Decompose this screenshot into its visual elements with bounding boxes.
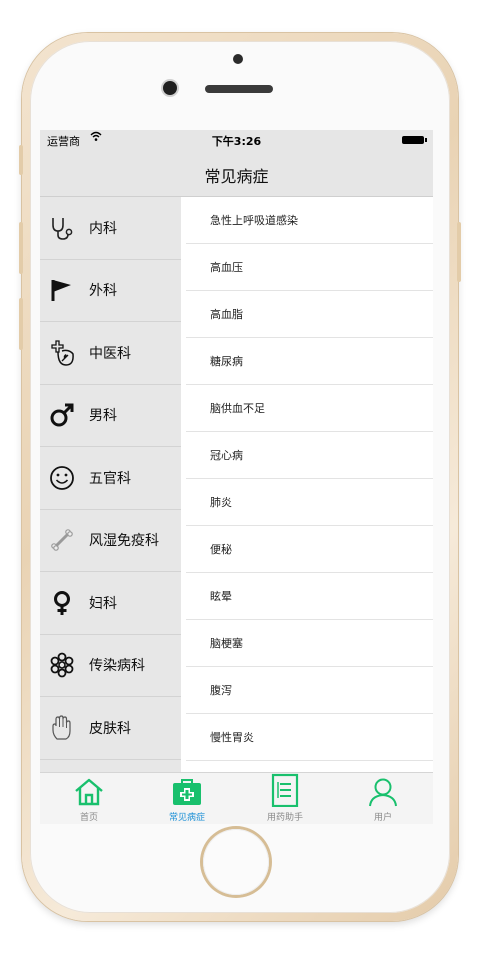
sidebar-item-rheumatology[interactable]: 风湿免疫科: [40, 510, 181, 572]
list-item[interactable]: 冠心病: [186, 432, 433, 479]
sidebar-item-label: 皮肤科: [89, 720, 131, 737]
document-icon: [236, 773, 334, 807]
tab-label: 首页: [79, 813, 98, 823]
tab-label: 用户: [373, 813, 392, 823]
sidebar-item-label: 风湿免疫科: [89, 533, 159, 550]
list-item[interactable]: 高血压: [186, 244, 433, 291]
virus-icon: [49, 652, 75, 678]
sidebar-item-internal-medicine[interactable]: 内科: [40, 197, 181, 260]
stethoscope-icon: [49, 215, 75, 241]
sidebar-item-surgery[interactable]: 外科: [40, 260, 181, 322]
status-bar: 运营商 下午3:26: [40, 130, 433, 150]
proximity-sensor: [233, 54, 243, 64]
sidebar-item-label: 妇科: [89, 595, 117, 612]
page-title: 常见病症: [204, 167, 269, 186]
volume-up-button: [19, 222, 23, 274]
volume-down-button: [19, 298, 23, 350]
tab-common-diseases[interactable]: 常见病症: [138, 773, 236, 824]
female-symbol-icon: [49, 590, 75, 616]
sidebar-item-label: 外科: [89, 283, 117, 300]
list-item[interactable]: 脑梗塞: [186, 620, 433, 667]
smiley-face-icon: [49, 465, 75, 491]
sidebar-item-label: 中医科: [89, 345, 131, 362]
list-item[interactable]: 脑供血不足: [186, 385, 433, 432]
navigation-bar: 常见病症: [40, 150, 433, 197]
sidebar-item-andrology[interactable]: 男科: [40, 385, 181, 447]
male-symbol-icon: [49, 402, 75, 428]
list-item[interactable]: 腹泻: [186, 667, 433, 714]
sidebar-item-label: 男科: [89, 408, 117, 425]
sidebar-item-gynecology[interactable]: 妇科: [40, 572, 181, 635]
sidebar-item-label: 传染病科: [89, 658, 145, 675]
tab-user[interactable]: 用户: [334, 773, 432, 824]
sidebar-item-dermatology[interactable]: 皮肤科: [40, 697, 181, 760]
front-camera: [163, 81, 177, 95]
mute-switch: [19, 145, 23, 175]
list-item[interactable]: 眩晕: [186, 573, 433, 620]
earpiece-speaker: [205, 85, 273, 93]
medical-kit-icon: [138, 773, 236, 807]
category-sidebar[interactable]: 内科 外科 中医科 男科 五官科 风湿免疫科 妇科 传染病科 皮肤科: [40, 197, 181, 772]
disease-list[interactable]: 急性上呼吸道感染 高血压 高血脂 糖尿病 脑供血不足 冠心病 肺炎 便秘 眩晕 …: [186, 197, 433, 772]
user-icon: [334, 773, 432, 807]
sidebar-item-ent[interactable]: 五官科: [40, 447, 181, 510]
sidebar-item-infectious-disease[interactable]: 传染病科: [40, 635, 181, 697]
tab-label: 用药助手: [266, 813, 303, 823]
list-item[interactable]: 肺炎: [186, 479, 433, 526]
sidebar-item-label: 五官科: [89, 470, 131, 487]
herbal-medicine-icon: [49, 340, 75, 366]
home-icon: [40, 773, 138, 807]
clock: 下午3:26: [211, 135, 262, 148]
tab-medication-assistant[interactable]: 用药助手: [236, 773, 334, 824]
list-item[interactable]: 糖尿病: [186, 338, 433, 385]
tab-label: 常见病症: [168, 813, 205, 823]
sidebar-item-label: 内科: [89, 220, 117, 237]
flag-icon: [49, 277, 75, 303]
list-item[interactable]: 便秘: [186, 526, 433, 573]
bone-icon: [49, 527, 75, 553]
list-item[interactable]: 慢性胃炎: [186, 714, 433, 761]
list-item[interactable]: 急性上呼吸道感染: [186, 197, 433, 244]
sidebar-item-tcm[interactable]: 中医科: [40, 322, 181, 385]
hand-icon: [49, 715, 75, 741]
app-screen: 运营商 下午3:26 常见病症 内科 外科 中医科 男科 五官科 风湿免疫科 妇…: [40, 130, 433, 824]
tab-bar: 首页 常见病症 用药助手 用户: [40, 772, 433, 824]
battery-icon: [402, 136, 427, 144]
tab-home[interactable]: 首页: [40, 773, 138, 824]
list-item[interactable]: 高血脂: [186, 291, 433, 338]
home-button[interactable]: [203, 829, 269, 895]
power-button: [457, 222, 461, 282]
